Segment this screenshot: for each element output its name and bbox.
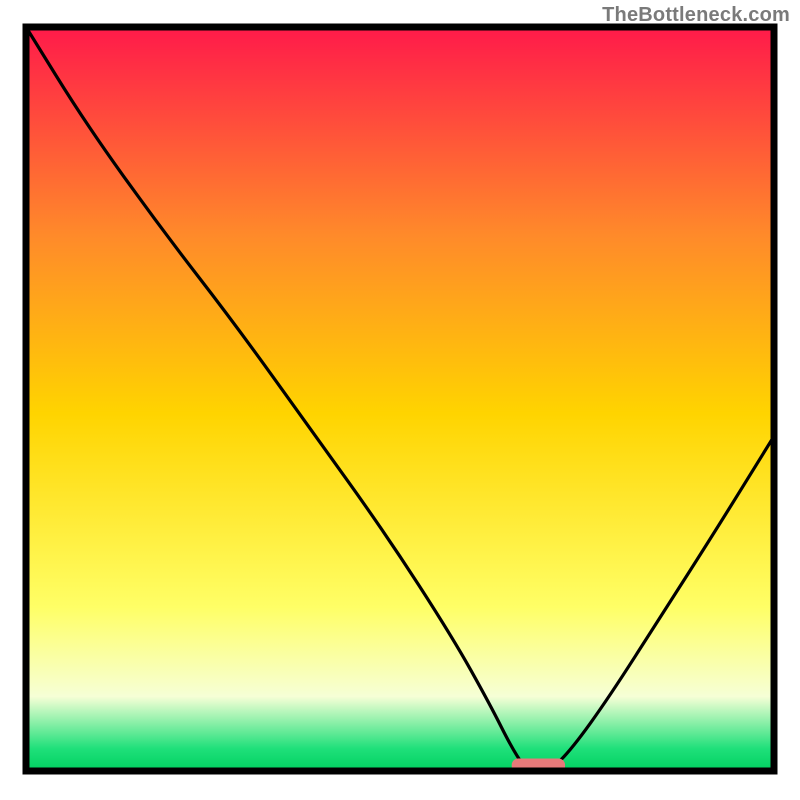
plot-area [26, 27, 774, 772]
attribution-text: TheBottleneck.com [602, 4, 790, 27]
bottleneck-chart [0, 0, 800, 800]
gradient-background [26, 27, 774, 771]
chart-stage: TheBottleneck.com [0, 0, 800, 800]
